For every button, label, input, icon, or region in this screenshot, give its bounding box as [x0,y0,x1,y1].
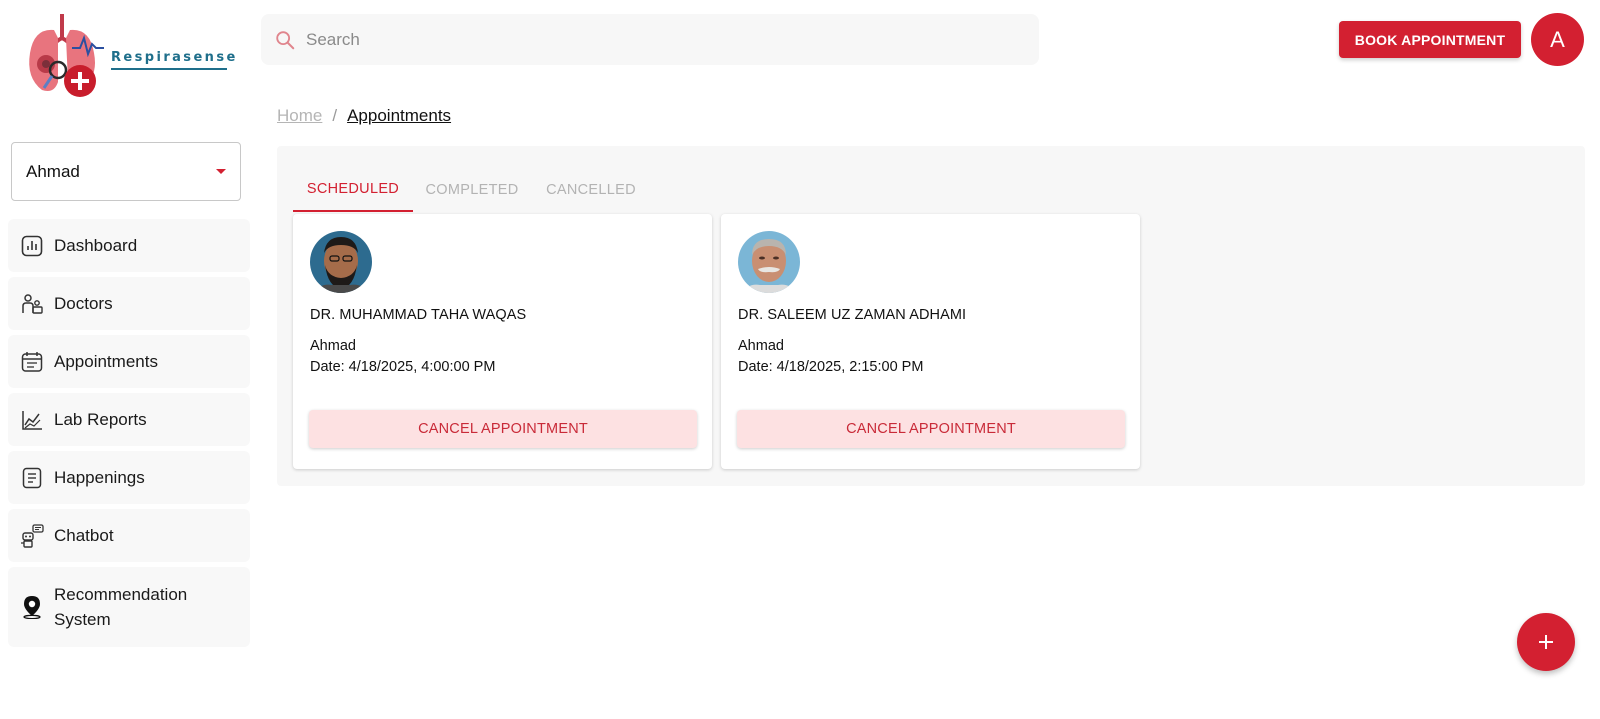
book-appointment-button[interactable]: BOOK APPOINTMENT [1339,21,1521,58]
breadcrumb: Home / Appointments [277,106,451,126]
sidebar-item-label: Chatbot [54,526,114,545]
sidebar-item-label: Appointments [54,352,158,371]
appointments-panel: SCHEDULED COMPLETED CANCELLED DR. MUHAMM… [277,146,1585,486]
tab-scheduled[interactable]: SCHEDULED [293,168,413,212]
sidebar-item-happenings[interactable]: Happenings [8,451,250,504]
breadcrumb-separator: / [332,106,338,125]
appointment-tabs: SCHEDULED COMPLETED CANCELLED [293,168,651,212]
user-select-value: Ahmad [26,161,80,181]
brand-name: Respirasense [111,50,238,65]
chart-bar-icon [20,234,44,258]
sidebar-item-label: Recommendation System [54,585,188,629]
sidebar-item-label: Lab Reports [54,410,147,429]
sidebar-item-chatbot[interactable]: Chatbot [8,509,250,562]
sidebar-nav: Dashboard Doctors Appointments Lab Repor… [8,219,250,652]
breadcrumb-current-link[interactable]: Appointments [347,106,451,126]
sidebar-item-label: Happenings [54,468,145,487]
breadcrumb-home-link[interactable]: Home [277,106,322,126]
calendar-icon [20,350,44,374]
location-pin-icon [20,595,44,619]
tab-completed[interactable]: COMPLETED [413,168,531,212]
appointment-date: Date: 4/18/2025, 4:00:00 PM [310,359,496,375]
search-icon [276,30,295,49]
user-select-dropdown[interactable]: Ahmad [11,142,241,201]
plus-icon [1539,635,1553,649]
doctor-name: DR. MUHAMMAD TAHA WAQAS [310,307,527,323]
sidebar-item-appointments[interactable]: Appointments [8,335,250,388]
doctor-icon [20,292,44,316]
brand-logo: Respirasense [24,8,235,102]
line-chart-icon [20,408,44,432]
patient-name: Ahmad [310,338,356,354]
sidebar-item-label: Doctors [54,294,113,313]
sidebar-item-recommendation-system[interactable]: Recommendation System [8,567,250,647]
appointment-card: DR. MUHAMMAD TAHA WAQAS Ahmad Date: 4/18… [293,214,712,469]
document-icon [20,466,44,490]
user-avatar[interactable]: A [1531,13,1584,66]
cancel-appointment-button[interactable]: CANCEL APPOINTMENT [309,410,697,448]
doctor-photo [310,231,372,293]
appointment-date: Date: 4/18/2025, 2:15:00 PM [738,359,924,375]
tab-cancelled[interactable]: CANCELLED [531,168,651,212]
search-input[interactable] [306,29,1006,50]
sidebar-item-lab-reports[interactable]: Lab Reports [8,393,250,446]
sidebar-item-doctors[interactable]: Doctors [8,277,250,330]
robot-icon [20,523,44,548]
appointment-card: DR. SALEEM UZ ZAMAN ADHAMI Ahmad Date: 4… [721,214,1140,469]
sidebar-item-label: Dashboard [54,236,138,255]
cancel-appointment-button[interactable]: CANCEL APPOINTMENT [737,410,1125,448]
search-bar[interactable] [261,14,1039,65]
add-fab-button[interactable] [1517,613,1575,671]
lungs-logo-icon [29,14,104,97]
doctor-photo [738,231,800,293]
sidebar-item-dashboard[interactable]: Dashboard [8,219,250,272]
brand-underline [111,68,227,70]
doctor-name: DR. SALEEM UZ ZAMAN ADHAMI [738,307,967,323]
patient-name: Ahmad [738,338,784,354]
chevron-down-icon [216,169,226,174]
